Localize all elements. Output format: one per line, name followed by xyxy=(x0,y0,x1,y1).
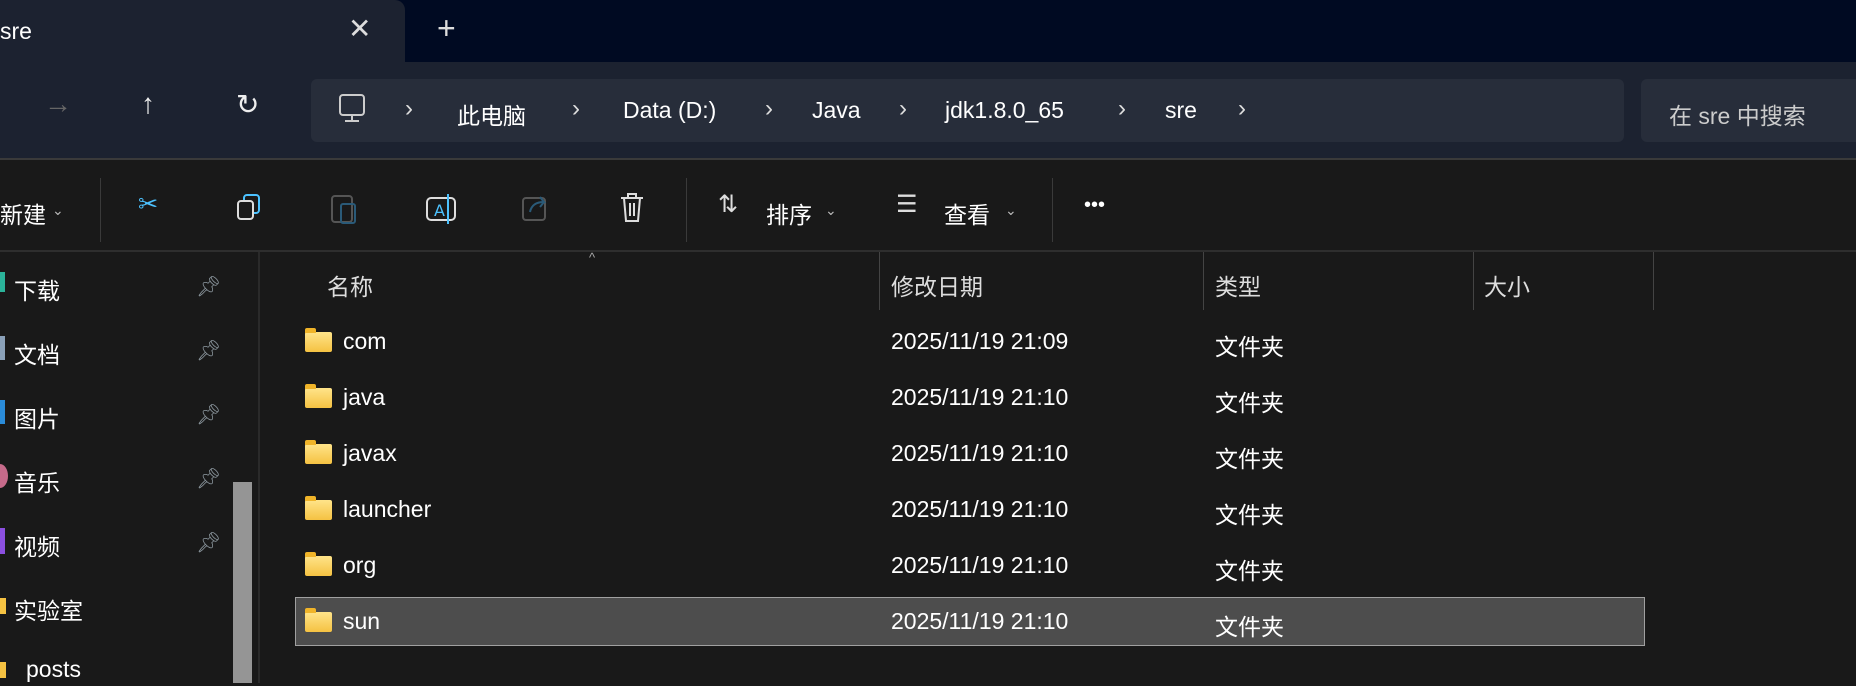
file-name: sun xyxy=(343,608,381,634)
crumb-sre[interactable]: sre xyxy=(1165,97,1197,124)
copy-icon[interactable] xyxy=(234,192,264,224)
tab-sre[interactable] xyxy=(0,0,405,62)
file-row-selected[interactable]: sun 2025/11/19 21:10 文件夹 xyxy=(295,597,1645,646)
file-type: 文件夹 xyxy=(1215,558,1284,584)
sort-button[interactable]: 排序 xyxy=(766,196,812,230)
file-row[interactable]: org 2025/11/19 21:10 文件夹 xyxy=(295,541,1645,590)
divider xyxy=(100,178,101,242)
computer-icon[interactable] xyxy=(337,93,367,125)
file-row[interactable]: java 2025/11/19 21:10 文件夹 xyxy=(295,373,1645,422)
pin-icon[interactable]: 📌︎ xyxy=(196,402,221,427)
crumb-java[interactable]: Java xyxy=(812,97,861,124)
tab-title: sre xyxy=(0,18,32,44)
crumb-data-drive[interactable]: Data (D:) xyxy=(623,97,716,124)
command-bar xyxy=(0,160,1856,252)
file-type: 文件夹 xyxy=(1215,390,1284,416)
file-type: 文件夹 xyxy=(1215,334,1284,360)
refresh-button[interactable]: ↻ xyxy=(236,88,259,121)
folder-icon xyxy=(305,328,332,352)
column-header-type[interactable]: 类型 xyxy=(1215,268,1261,302)
file-type: 文件夹 xyxy=(1215,614,1284,640)
file-type: 文件夹 xyxy=(1215,502,1284,528)
search-placeholder[interactable]: 在 sre 中搜索 xyxy=(1669,97,1806,131)
crumb-this-pc[interactable]: 此电脑 xyxy=(457,97,526,131)
chevron-right-icon[interactable]: › xyxy=(405,95,413,123)
pictures-icon xyxy=(0,400,5,424)
column-divider[interactable] xyxy=(1473,252,1474,310)
pin-icon[interactable]: 📌︎ xyxy=(196,274,221,299)
pin-icon[interactable]: 📌︎ xyxy=(196,530,221,555)
file-row[interactable]: javax 2025/11/19 21:10 文件夹 xyxy=(295,429,1645,478)
new-tab-button[interactable]: + xyxy=(437,10,456,47)
column-header-name[interactable]: 名称 xyxy=(327,268,373,302)
chevron-down-icon[interactable]: ⌄ xyxy=(825,202,837,219)
sort-icon[interactable]: ⇅ xyxy=(718,190,738,219)
chevron-right-icon[interactable]: › xyxy=(1118,95,1126,123)
documents-icon xyxy=(0,336,5,360)
folder-icon xyxy=(305,496,332,520)
sidebar-item-downloads[interactable]: 下载 xyxy=(14,272,60,304)
crumb-jdk[interactable]: jdk1.8.0_65 xyxy=(945,97,1064,124)
paste-icon[interactable] xyxy=(329,192,359,226)
delete-icon[interactable] xyxy=(617,191,647,225)
pin-icon[interactable]: 📌︎ xyxy=(196,466,221,491)
chevron-down-icon[interactable]: ⌄ xyxy=(52,202,64,219)
divider xyxy=(1052,178,1053,242)
chevron-right-icon[interactable]: › xyxy=(765,95,773,123)
sidebar-item-posts[interactable]: posts xyxy=(26,656,81,686)
share-icon[interactable] xyxy=(520,192,552,224)
view-button[interactable]: 查看 xyxy=(944,196,990,230)
file-name: java xyxy=(343,384,386,410)
download-icon xyxy=(0,272,5,292)
file-type: 文件夹 xyxy=(1215,446,1284,472)
svg-text:A: A xyxy=(434,201,445,220)
chevron-right-icon[interactable]: › xyxy=(1238,95,1246,123)
sidebar-item-pictures[interactable]: 图片 xyxy=(14,400,60,432)
column-divider[interactable] xyxy=(879,252,880,310)
file-date: 2025/11/19 21:09 xyxy=(891,328,1069,354)
sidebar-item-lab[interactable]: 实验室 xyxy=(14,592,83,624)
pin-icon[interactable]: 📌︎ xyxy=(196,338,221,363)
file-date: 2025/11/19 21:10 xyxy=(891,552,1069,578)
sidebar-item-videos[interactable]: 视频 xyxy=(14,528,60,560)
folder-icon xyxy=(305,440,332,464)
chevron-down-icon[interactable]: ⌄ xyxy=(1005,202,1017,219)
sidebar-scrollbar-thumb[interactable] xyxy=(233,482,252,683)
folder-icon xyxy=(0,598,6,614)
divider xyxy=(686,178,687,242)
file-row[interactable]: com 2025/11/19 21:09 文件夹 xyxy=(295,317,1645,366)
file-name: javax xyxy=(343,440,397,466)
folder-icon xyxy=(305,552,332,576)
file-name: com xyxy=(343,328,387,354)
file-date: 2025/11/19 21:10 xyxy=(891,384,1069,410)
file-date: 2025/11/19 21:10 xyxy=(891,496,1069,522)
column-divider[interactable] xyxy=(1203,252,1204,310)
view-icon[interactable]: ☰ xyxy=(896,190,918,219)
new-button[interactable]: 新建 xyxy=(0,196,46,230)
sidebar-item-documents[interactable]: 文档 xyxy=(14,336,60,368)
up-button[interactable]: ↑ xyxy=(141,88,155,120)
sort-ascending-icon: ^ xyxy=(589,250,596,265)
videos-icon xyxy=(0,528,5,554)
column-divider[interactable] xyxy=(1653,252,1654,310)
rename-icon[interactable]: A xyxy=(424,192,458,226)
folder-icon xyxy=(0,662,6,678)
column-header-size[interactable]: 大小 xyxy=(1484,268,1530,302)
column-header-date[interactable]: 修改日期 xyxy=(891,268,983,302)
file-name: launcher xyxy=(343,496,432,522)
file-date: 2025/11/19 21:10 xyxy=(891,440,1069,466)
chevron-right-icon[interactable]: › xyxy=(899,95,907,123)
folder-icon xyxy=(305,608,332,632)
sidebar-item-music[interactable]: 音乐 xyxy=(14,464,60,496)
more-options-button[interactable]: ••• xyxy=(1084,194,1105,217)
file-date: 2025/11/19 21:10 xyxy=(891,608,1069,634)
chevron-right-icon[interactable]: › xyxy=(572,95,580,123)
file-name: org xyxy=(343,552,377,578)
close-tab-icon[interactable]: ✕ xyxy=(348,12,371,45)
folder-icon xyxy=(305,384,332,408)
cut-icon[interactable]: ✂ xyxy=(138,190,158,219)
file-row[interactable]: launcher 2025/11/19 21:10 文件夹 xyxy=(295,485,1645,534)
forward-button[interactable]: → xyxy=(44,88,72,120)
